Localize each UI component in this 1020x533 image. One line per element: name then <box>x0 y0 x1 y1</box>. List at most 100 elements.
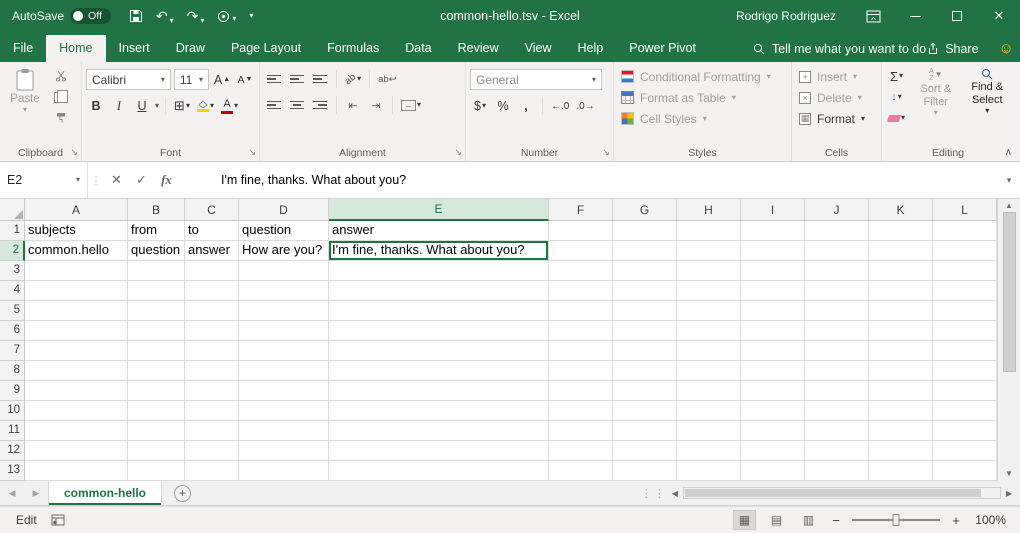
cell-B3[interactable] <box>128 261 185 281</box>
cell-H3[interactable] <box>677 261 741 281</box>
cell-K11[interactable] <box>869 421 933 441</box>
user-name[interactable]: Rodrigo Rodriguez <box>736 9 836 23</box>
cell-K1[interactable] <box>869 221 933 241</box>
font-dialog-launcher[interactable]: ↘ <box>248 147 256 158</box>
clipboard-dialog-launcher[interactable]: ↘ <box>70 147 78 158</box>
cell-E5[interactable] <box>329 301 549 321</box>
cell-F10[interactable] <box>549 401 613 421</box>
clear-button[interactable]: ▾ <box>886 108 907 128</box>
align-center-button[interactable] <box>287 95 307 115</box>
cell-D10[interactable] <box>239 401 329 421</box>
cell-G8[interactable] <box>613 361 677 381</box>
cell-B1[interactable]: from <box>128 221 185 241</box>
cell-D9[interactable] <box>239 381 329 401</box>
cell-D3[interactable] <box>239 261 329 281</box>
copy-button[interactable]: ▾ <box>51 87 71 107</box>
cell-A11[interactable] <box>25 421 128 441</box>
cell-E3[interactable] <box>329 261 549 281</box>
ribbon-tab-data[interactable]: Data <box>392 35 444 62</box>
row-header-5[interactable]: 5 <box>0 301 25 321</box>
cell-F7[interactable] <box>549 341 613 361</box>
row-header-11[interactable]: 11 <box>0 421 25 441</box>
zoom-slider-thumb[interactable] <box>893 514 900 526</box>
grow-font-button[interactable]: A▲ <box>212 70 232 90</box>
cell-E12[interactable] <box>329 441 549 461</box>
cell-B7[interactable] <box>128 341 185 361</box>
align-left-button[interactable] <box>264 95 284 115</box>
cell-E8[interactable] <box>329 361 549 381</box>
cell-C5[interactable] <box>185 301 239 321</box>
cell-I12[interactable] <box>741 441 805 461</box>
save-button[interactable] <box>129 9 143 23</box>
cell-L6[interactable] <box>933 321 997 341</box>
delete-cells-button[interactable]: ×Delete▾ <box>796 87 877 108</box>
ribbon-tab-formulas[interactable]: Formulas <box>314 35 392 62</box>
column-header-F[interactable]: F <box>549 199 613 221</box>
cell-I2[interactable] <box>741 241 805 261</box>
sheet-nav-next-button[interactable]: ▶ <box>24 481 48 505</box>
select-all-button[interactable] <box>0 199 25 221</box>
bottom-align-button[interactable] <box>310 69 330 89</box>
cell-J13[interactable] <box>805 461 869 481</box>
top-align-button[interactable] <box>264 69 284 89</box>
cell-J6[interactable] <box>805 321 869 341</box>
cell-J11[interactable] <box>805 421 869 441</box>
ribbon-tab-file[interactable]: File <box>0 35 46 62</box>
cell-A12[interactable] <box>25 441 128 461</box>
conditional-formatting-button[interactable]: Conditional Formatting▾ <box>618 66 787 87</box>
percent-style-button[interactable]: % <box>493 96 513 116</box>
ribbon-tab-help[interactable]: Help <box>565 35 617 62</box>
cell-J2[interactable] <box>805 241 869 261</box>
cell-B4[interactable] <box>128 281 185 301</box>
cell-H5[interactable] <box>677 301 741 321</box>
cell-E13[interactable] <box>329 461 549 481</box>
number-format-combo[interactable]: General▾ <box>470 69 602 90</box>
cell-C8[interactable] <box>185 361 239 381</box>
fill-button[interactable]: ↓▾ <box>886 87 907 107</box>
increase-decimal-button[interactable]: ←.0 <box>549 96 571 116</box>
cell-A2[interactable]: common.hello <box>25 241 128 261</box>
cell-J8[interactable] <box>805 361 869 381</box>
cell-I11[interactable] <box>741 421 805 441</box>
cell-A3[interactable] <box>25 261 128 281</box>
autosave-toggle[interactable]: AutoSave Off <box>12 8 111 24</box>
cell-H13[interactable] <box>677 461 741 481</box>
cell-A6[interactable] <box>25 321 128 341</box>
cell-K3[interactable] <box>869 261 933 281</box>
row-header-9[interactable]: 9 <box>0 381 25 401</box>
hscroll-left-icon[interactable]: ◀ <box>672 489 678 498</box>
sheet-nav-prev-button[interactable]: ◀ <box>0 481 24 505</box>
cell-I5[interactable] <box>741 301 805 321</box>
cell-F2[interactable] <box>549 241 613 261</box>
tab-splitter-handle[interactable]: ⋮⋮ <box>641 487 667 500</box>
cell-C10[interactable] <box>185 401 239 421</box>
column-header-G[interactable]: G <box>613 199 677 221</box>
cell-F12[interactable] <box>549 441 613 461</box>
row-header-12[interactable]: 12 <box>0 441 25 461</box>
cell-C2[interactable]: answer <box>185 241 239 261</box>
orientation-button[interactable]: ab▾ <box>343 69 363 89</box>
cell-I13[interactable] <box>741 461 805 481</box>
cell-H10[interactable] <box>677 401 741 421</box>
ribbon-tab-review[interactable]: Review <box>445 35 512 62</box>
cell-I6[interactable] <box>741 321 805 341</box>
cell-H11[interactable] <box>677 421 741 441</box>
cell-F9[interactable] <box>549 381 613 401</box>
cell-K2[interactable] <box>869 241 933 261</box>
ribbon-tab-insert[interactable]: Insert <box>106 35 163 62</box>
cell-H2[interactable] <box>677 241 741 261</box>
cell-G3[interactable] <box>613 261 677 281</box>
cell-C11[interactable] <box>185 421 239 441</box>
cell-A1[interactable]: subjects <box>25 221 128 241</box>
column-header-D[interactable]: D <box>239 199 329 221</box>
cell-A9[interactable] <box>25 381 128 401</box>
comma-style-button[interactable]: , <box>516 96 536 116</box>
cell-B10[interactable] <box>128 401 185 421</box>
italic-button[interactable]: I <box>109 96 129 116</box>
find-select-button[interactable]: Find & Select ▾ <box>965 66 1010 128</box>
cell-G1[interactable] <box>613 221 677 241</box>
cell-K10[interactable] <box>869 401 933 421</box>
cell-E7[interactable] <box>329 341 549 361</box>
accounting-format-button[interactable]: $▾ <box>470 96 490 116</box>
cell-D7[interactable] <box>239 341 329 361</box>
